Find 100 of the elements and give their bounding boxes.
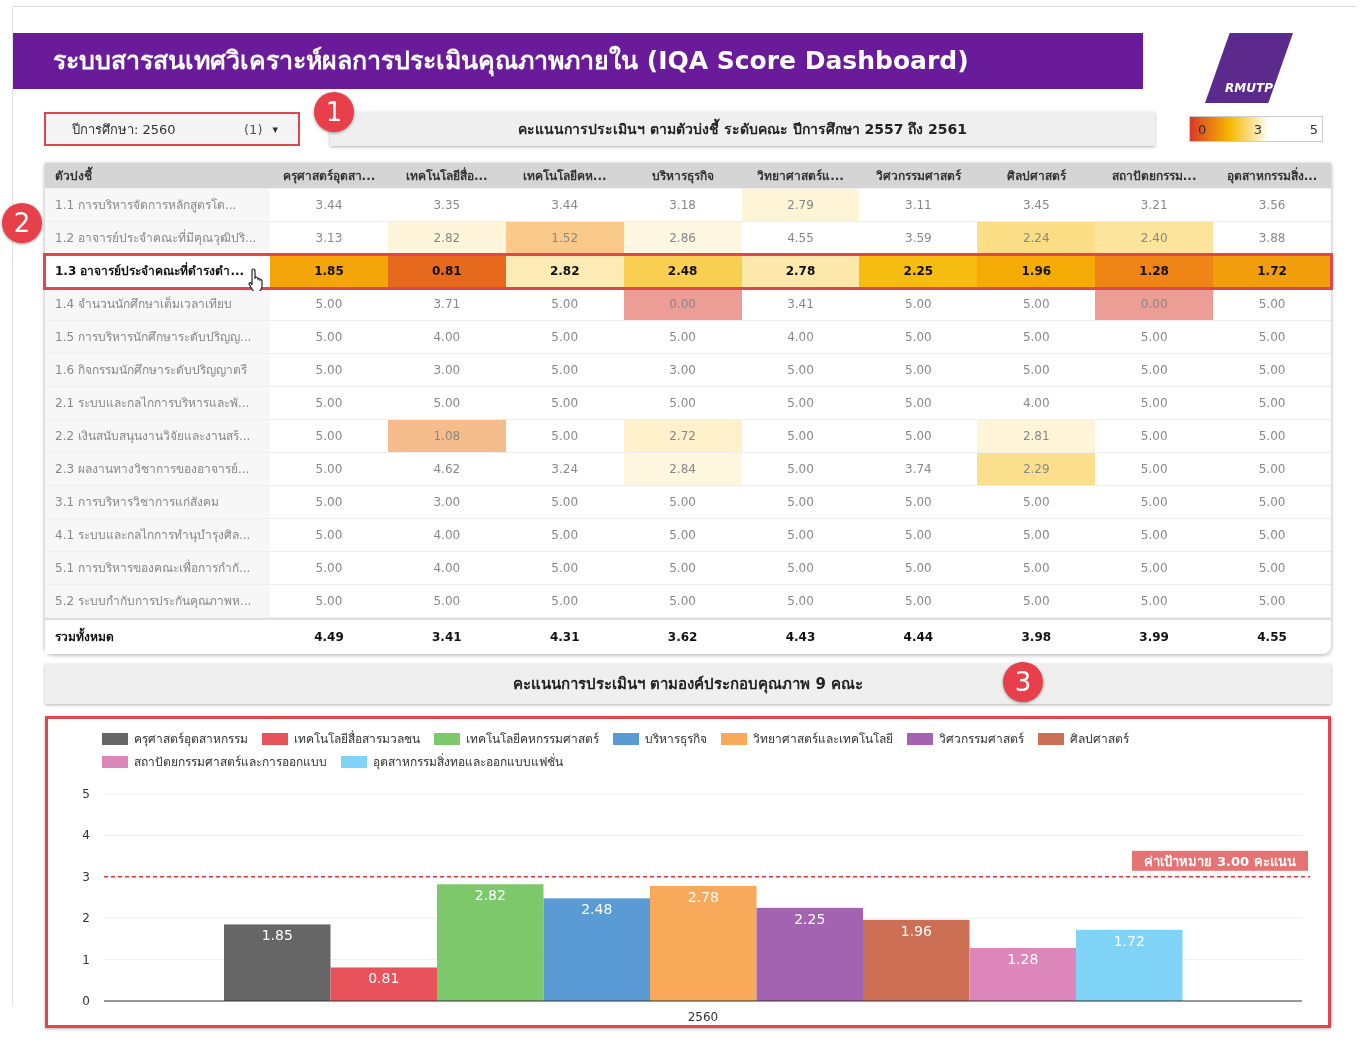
axis-tick-label: 0 (82, 994, 90, 1008)
table-cell: 2.81 (977, 420, 1096, 452)
indicator-label: 2.1 ระบบและกลไกการบริหารและพั... (45, 387, 270, 419)
legend-label: เทคโนโลยีคหกรรมศาสตร์ (466, 731, 599, 748)
total-cell-text: 4.31 (548, 629, 581, 646)
indicator-label: 5.1 การบริหารของคณะเพื่อการกำกั... (45, 552, 270, 584)
column-header[interactable]: บริหารธุรกิจ (623, 163, 742, 188)
target-label: ค่าเป้าหมาย 3.00 คะแนน (1132, 850, 1308, 871)
year-dropdown[interactable]: ปีการศึกษา: 2560 (1) ▾ (44, 112, 300, 146)
dropdown-label: ปีการศึกษา: 2560 (72, 120, 177, 139)
data-label: 2.48 (581, 901, 613, 918)
selection-count: (1) (244, 121, 263, 137)
caret-icon: ▾ (272, 122, 278, 136)
data-label: 1.72 (1113, 932, 1145, 949)
data-label: 2.82 (474, 887, 506, 904)
column-header[interactable]: เทคโนโลยีสื่อ... (387, 163, 506, 188)
legend-label: วิทยาศาสตร์และเทคโนโลยี (753, 731, 893, 748)
indicator-label: 1.4 จำนวนนักศึกษาเต็มเวลาเทียบ (45, 288, 270, 320)
table-row[interactable]: 4.1 ระบบและกลไกการทำนุบำรุงศิล... 5.00 4.00 5.00 5.00 5.00 5.00 5.00 5.00 5.00 (45, 519, 1331, 552)
table-cell: 1.28 (1095, 255, 1214, 287)
data-label: 0.81 (368, 970, 400, 987)
table-cell: 1.72 (1213, 255, 1331, 287)
indicator-label: 1.5 การบริหารนักศึกษาระดับปริญญ... (45, 321, 270, 353)
column-header[interactable]: อุตสาหกรรมสิ่ง... (1213, 163, 1331, 188)
table-cell: 2.29 (977, 453, 1096, 485)
table-row[interactable]: 2.3 ผลงานทางวิชาการของอาจารย์... 5.00 4.62 3.24 2.84 5.00 3.74 2.29 5.00 5.00 (45, 453, 1331, 486)
table-cell: 2.82 (387, 222, 506, 254)
table-row[interactable]: 5.1 การบริหารของคณะเพื่อการกำกั... 5.00 4.00 5.00 5.00 5.00 5.00 5.00 5.00 5.00 (45, 552, 1331, 585)
total-cell-text: 3.62 (666, 629, 699, 646)
column-header[interactable]: เทคโนโลยีคห... (505, 163, 624, 188)
scale-label: 0 (1198, 121, 1207, 137)
indicator-label: 1.2 อาจารย์ประจำคณะที่มีคุณวุฒิปริ... (45, 222, 270, 254)
table-cell: 2.72 (623, 420, 742, 452)
axis-tick-label: 2 (82, 911, 90, 926)
ref-line-label: ค่าเป้าหมาย 3.00 คะแนน (1144, 853, 1296, 869)
table-row[interactable]: 2.1 ระบบและกลไกการบริหารและพั... 5.00 5.00 5.00 5.00 5.00 5.00 4.00 5.00 5.00 (45, 387, 1331, 420)
logo: RMUTP (1205, 33, 1293, 103)
indicator-label: 5.2 ระบบกำกับการประกันคุณภาพห... (45, 585, 270, 617)
table-row[interactable]: 1.2 อาจารย์ประจำคณะที่มีคุณวุฒิปริ... 3.13 2.82 1.52 2.86 4.55 3.59 2.24 2.40 3.88 (45, 222, 1331, 255)
scale-label: 5 (1309, 121, 1318, 137)
scale-label: 3 (1253, 121, 1263, 137)
column-header[interactable]: สถาปัตยกรรม... (1095, 163, 1214, 188)
indicator-label: 2.2 เงินสนับสนุนงานวิจัยและงานสร้... (45, 420, 270, 452)
axis-category-label: 2560 (687, 1010, 719, 1023)
table-cell: 2.79 (741, 189, 860, 221)
table-cell: 1.52 (505, 222, 624, 254)
table-cell: 2.48 (623, 255, 742, 287)
indicator-label: 1.1 การบริหารจัดการหลักสูตรโด... (45, 189, 270, 221)
table-row[interactable]: 1.5 การบริหารนักศึกษาระดับปริญญ... 5.00 4.00 5.00 5.00 4.00 5.00 5.00 5.00 5.00 (45, 321, 1331, 354)
table-row[interactable]: 5.2 ระบบกำกับการประกันคุณภาพห... 5.00 5.00 5.00 5.00 5.00 5.00 5.00 5.00 5.00 (45, 585, 1331, 618)
legend-label: ศิลปศาสตร์ (1070, 731, 1129, 748)
selected-row[interactable]: 1.3 อาจารย์ประจำคณะที่ดำรงตำ... 1.85 0.81 2.82 2.48 2.78 2.25 1.96 1.28 1.72 (45, 255, 1331, 288)
data-label: 2.25 (794, 910, 826, 927)
table-cell: 2.40 (1095, 222, 1214, 254)
column-header[interactable]: วิทยาศาสตร์แ... (741, 163, 860, 188)
legend-label: ครุศาสตร์อุตสาหกรรม (134, 731, 248, 748)
table-cell: 1.08 (387, 420, 506, 452)
legend-label: บริหารธุรกิจ (645, 731, 707, 748)
table-cell: 0.00 (1095, 288, 1214, 320)
legend-label: อุตสาหกรรมสิ่งทอและออกแบบแฟชั่น (373, 752, 563, 771)
column-header[interactable]: ครุศาสตร์อุตสา... (270, 163, 388, 188)
legend-label: วิศวกรรมศาสตร์ (939, 731, 1024, 748)
table-row[interactable]: 1.4 จำนวนนักศึกษาเต็มเวลาเทียบ 5.00 3.71 5.00 0.00 3.41 5.00 5.00 0.00 5.00 (45, 288, 1331, 321)
table-cell: 2.78 (741, 255, 860, 287)
table-cell: 2.25 (859, 255, 978, 287)
dashboard-title: ระบบสารสนเทศวิเคราะห์ผลการประเมินคุณภาพภายใน (IQA Score Dashboard) (13, 33, 1143, 89)
axis-tick-label: 5 (82, 787, 90, 801)
axis-tick-label: 1 (82, 952, 90, 967)
indicator-label: 1.6 กิจกรรมนักศึกษาระดับปริญญาตรี (45, 354, 270, 386)
table-cell: 1.96 (977, 255, 1096, 287)
indicator-label: 2.3 ผลงานทางวิชาการของอาจารย์... (45, 453, 270, 485)
data-label: 1.85 (261, 927, 293, 944)
table-row[interactable]: 1.1 การบริหารจัดการหลักสูตรโด... 3.44 3.35 3.44 3.18 2.79 3.11 3.45 3.21 3.56 (45, 189, 1331, 222)
column-header[interactable]: ศิลปศาสตร์ (977, 163, 1096, 188)
total-cell-text: 4.43 (784, 629, 817, 646)
callout-badge: 2 (2, 203, 42, 243)
table-cell: 2.82 (505, 255, 624, 287)
table-row[interactable]: 2.2 เงินสนับสนุนงานวิจัยและงานสร้... 5.00 1.08 5.00 2.72 5.00 5.00 2.81 5.00 5.00 (45, 420, 1331, 453)
table-cell: 0.00 (623, 288, 742, 320)
table-cell: 1.85 (270, 255, 388, 287)
table-cell: 2.86 (623, 222, 742, 254)
column-header[interactable]: วิศวกรรมศาสตร์ (859, 163, 978, 188)
legend-label: สถาปัตยกรรมศาสตร์และการออกแบบ (134, 754, 327, 771)
axis-tick-label: 4 (82, 828, 90, 843)
indicator-label: 3.1 การบริหารวิชาการแก่สังคม (45, 486, 270, 518)
total-cell-text: 4.44 (902, 629, 935, 646)
total-label: รวมทั้งหมด (45, 620, 270, 654)
total-cell-text: 3.41 (431, 629, 463, 646)
table-row[interactable]: 3.1 การบริหารวิชาการแก่สังคม 5.00 3.00 5.00 5.00 5.00 5.00 5.00 5.00 5.00 (45, 486, 1331, 519)
total-cell-text: 4.55 (1256, 629, 1288, 646)
table-cell: 0.81 (387, 255, 506, 287)
table-cell: 2.24 (977, 222, 1096, 254)
axis-tick-label: 3 (82, 869, 90, 884)
table-row[interactable]: 1.6 กิจกรรมนักศึกษาระดับปริญญาตรี 5.00 3.00 5.00 3.00 5.00 5.00 5.00 5.00 5.00 (45, 354, 1331, 387)
total-cell-text: 3.98 (1020, 629, 1053, 646)
total-cell-text: 4.49 (313, 629, 345, 646)
table-cell: 2.84 (623, 453, 742, 485)
legend-label: เทคโนโลยีสื่อสารมวลชน (294, 729, 420, 748)
indicator-label: 4.1 ระบบและกลไกการทำนุบำรุงศิล... (45, 519, 270, 551)
column-header[interactable]: ตัวบ่งชี้ (45, 163, 270, 188)
